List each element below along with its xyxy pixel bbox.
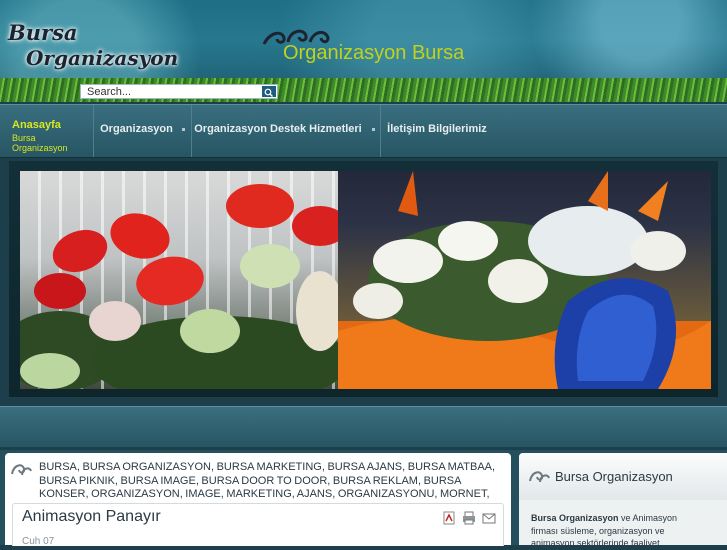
submenu-indicator-icon <box>182 128 185 131</box>
search-input[interactable] <box>81 85 263 98</box>
article-title[interactable]: Animasyon Panayır <box>22 508 161 526</box>
nav-item-anasayfa[interactable]: Anasayfa Bursa Organizasyon <box>0 105 93 157</box>
pdf-icon[interactable] <box>442 511 456 525</box>
flowers-illustration <box>338 171 711 389</box>
nav-item-label: Organizasyon Destek Hizmetleri <box>194 123 362 135</box>
logo-line1: Bursa <box>8 20 78 45</box>
article-date: Cuh 07 <box>22 536 55 547</box>
flowers-illustration <box>20 184 350 389</box>
nav-item-organizasyon[interactable]: Organizasyon <box>93 105 191 157</box>
nav-item-destek-hizmetleri[interactable]: Organizasyon Destek Hizmetleri <box>191 105 380 157</box>
anthurium-flowers-photo <box>20 171 350 389</box>
secondary-bar <box>0 406 727 447</box>
swirl-ornament-icon <box>11 464 32 476</box>
nav-item-label: Anasayfa <box>12 119 61 131</box>
site-title[interactable]: Organizasyon Bursa <box>283 42 464 65</box>
logo-line2: Organizasyon <box>26 46 179 70</box>
swirl-ornament-icon <box>529 471 550 483</box>
search-button[interactable] <box>262 86 276 97</box>
slideshow-image[interactable] <box>20 171 711 389</box>
main-navigation: Anasayfa Bursa Organizasyon Organizasyon… <box>0 104 727 158</box>
nav-item-iletisim[interactable]: İletişim Bilgilerimiz <box>380 105 493 157</box>
nav-item-sublabel: Bursa Organizasyon <box>12 133 68 153</box>
sidebar-text: Bursa Organizasyon ve Animasyon firması … <box>531 512 691 550</box>
print-icon[interactable] <box>462 511 476 525</box>
search-icon <box>264 88 273 97</box>
lily-flowers-photo <box>338 171 711 389</box>
sidebar-title: Bursa Organizasyon <box>555 469 673 484</box>
sidebar-text-bold: Bursa Organizasyon <box>531 513 619 523</box>
nav-item-label: Organizasyon <box>100 123 173 135</box>
email-icon[interactable] <box>482 511 496 525</box>
search-box <box>80 84 278 99</box>
submenu-indicator-icon <box>372 128 375 131</box>
site-logo[interactable]: Bursa Organizasyon <box>6 20 178 72</box>
nav-item-label: İletişim Bilgilerimiz <box>387 123 487 135</box>
